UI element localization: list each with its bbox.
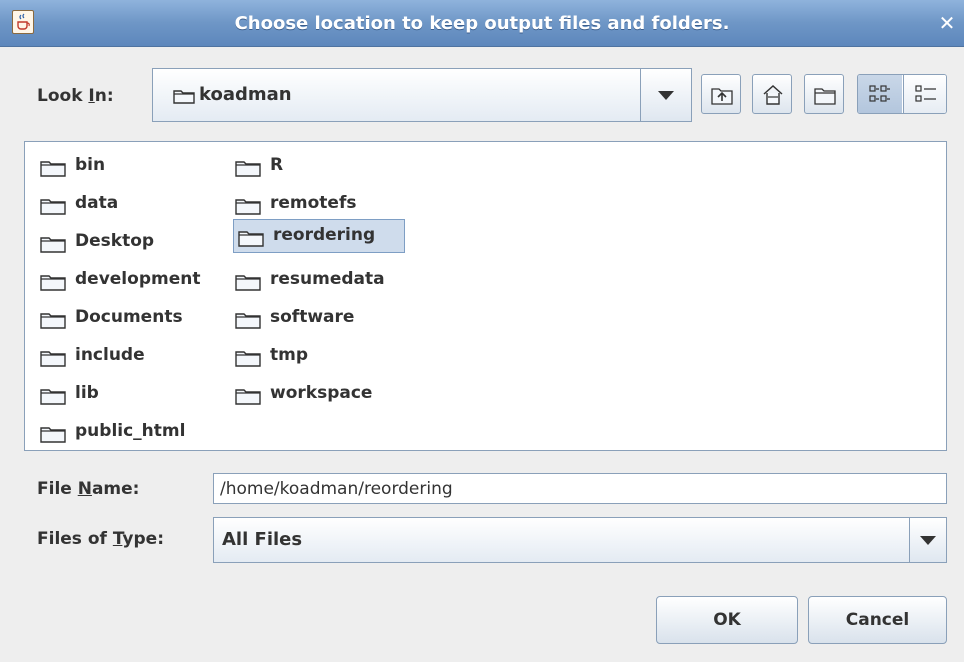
list-item[interactable]: tmp xyxy=(230,339,410,373)
new-folder-icon xyxy=(814,88,836,105)
list-item[interactable]: include xyxy=(35,339,225,373)
cancel-button[interactable]: Cancel xyxy=(808,596,947,644)
list-item[interactable]: Documents xyxy=(35,301,225,335)
folder-icon xyxy=(235,311,261,334)
file-name-label: File Name: xyxy=(37,479,140,499)
list-view-icon xyxy=(869,85,890,102)
details-view-icon xyxy=(915,85,936,102)
list-item[interactable]: bin xyxy=(35,149,225,183)
folder-icon xyxy=(40,349,66,372)
file-type-value: All Files xyxy=(222,529,303,550)
view-toggle-group xyxy=(857,74,947,114)
list-item[interactable]: public_html xyxy=(35,415,225,449)
details-view-button[interactable] xyxy=(903,75,946,113)
folder-icon xyxy=(235,349,261,372)
folder-icon xyxy=(235,387,261,410)
file-name-input[interactable] xyxy=(213,473,947,504)
look-in-value: koadman xyxy=(199,84,292,105)
chevron-down-icon[interactable] xyxy=(640,69,691,121)
list-item[interactable]: workspace xyxy=(230,377,410,411)
folder-icon xyxy=(40,311,66,334)
home-button[interactable] xyxy=(752,74,792,114)
list-item[interactable]: R xyxy=(230,149,410,183)
chevron-down-icon[interactable] xyxy=(909,518,946,562)
folder-icon xyxy=(238,229,264,252)
dialog-title: Choose location to keep output files and… xyxy=(234,13,730,34)
list-item[interactable]: lib xyxy=(35,377,225,411)
look-in-label: Look In: xyxy=(37,86,114,106)
file-type-combo[interactable]: All Files xyxy=(213,517,947,563)
folder-icon xyxy=(40,159,66,182)
folder-icon xyxy=(40,425,66,448)
folder-icon xyxy=(235,273,261,296)
folder-icon xyxy=(235,159,261,182)
folder-icon xyxy=(40,197,66,220)
close-button[interactable]: ✕ xyxy=(936,12,958,34)
list-view-button[interactable] xyxy=(858,75,902,113)
list-item[interactable]: remotefs xyxy=(230,187,410,221)
close-icon: ✕ xyxy=(938,11,956,35)
file-list[interactable]: bin data Desktop development Documents i… xyxy=(24,141,947,451)
new-folder-button[interactable] xyxy=(804,74,844,114)
list-item[interactable]: Desktop xyxy=(35,225,225,259)
folder-icon xyxy=(40,235,66,258)
up-folder-button[interactable] xyxy=(701,74,741,114)
list-item-selected[interactable]: reordering xyxy=(233,219,405,253)
file-type-label: Files of Type: xyxy=(37,529,165,549)
home-icon xyxy=(763,84,783,105)
look-in-combo[interactable]: koadman xyxy=(152,68,692,122)
up-folder-icon xyxy=(711,88,733,105)
list-item[interactable]: software xyxy=(230,301,410,335)
folder-icon xyxy=(173,88,195,108)
list-item[interactable]: data xyxy=(35,187,225,221)
folder-icon xyxy=(40,387,66,410)
ok-button[interactable]: OK xyxy=(656,596,798,644)
folder-icon xyxy=(40,273,66,296)
list-item[interactable]: resumedata xyxy=(230,263,410,297)
list-item[interactable]: development xyxy=(35,263,225,297)
folder-icon xyxy=(235,197,261,220)
title-bar: Choose location to keep output files and… xyxy=(0,0,964,47)
